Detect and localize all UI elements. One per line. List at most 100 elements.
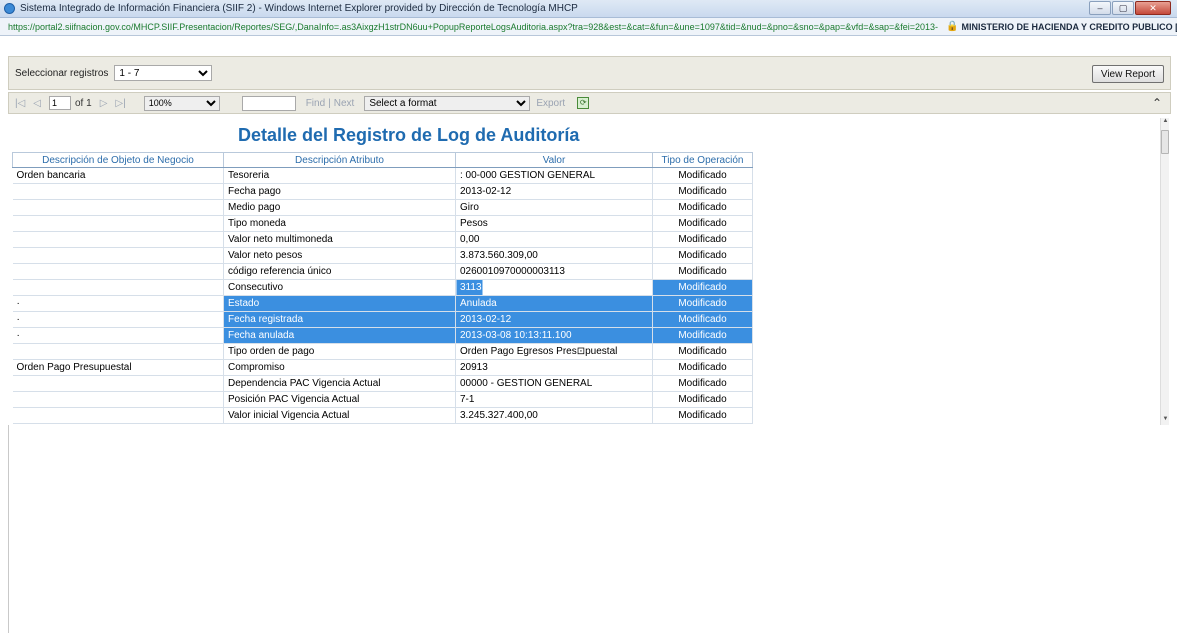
cell-value: 0260010970000003113: [455, 263, 653, 280]
cell-attribute: código referencia único: [223, 263, 456, 280]
cell-operation: Modificado: [652, 343, 753, 360]
cell-operation: Modificado: [652, 263, 753, 280]
select-records-label: Seleccionar registros: [15, 67, 109, 79]
find-input[interactable]: [241, 95, 296, 111]
cell-operation: Modificado: [652, 327, 753, 344]
cell-operation: Modificado: [652, 311, 753, 328]
table-row: Tipo moneda Pesos Modificado: [12, 215, 753, 232]
site-identity[interactable]: MINISTERIO DE HACIENDA Y CREDITO PUBLICO…: [961, 22, 1177, 32]
column-header-value: Valor: [455, 152, 653, 168]
cell-value: 2013-02-12: [455, 183, 653, 200]
cell-operation: Modificado: [652, 391, 753, 408]
cell-value: 7-1: [455, 391, 653, 408]
cell-attribute: Tesoreria: [223, 167, 456, 184]
cell-object: ·: [12, 311, 224, 328]
zoom-dropdown[interactable]: 100%: [143, 95, 220, 111]
table-row: Valor inicial Vigencia Actual 3.245.327.4…: [12, 407, 753, 424]
cell-value: 3113: [455, 279, 653, 296]
cell-object: [12, 247, 224, 264]
next-link[interactable]: Next: [334, 98, 355, 109]
cell-value: 3.873.560.309,00: [455, 247, 653, 264]
table-row: Orden Pago Presupuestal Compromiso 20913 Mo…: [12, 359, 753, 376]
collapse-parameters-icon[interactable]: ⌃: [1152, 96, 1162, 110]
close-button[interactable]: ✕: [1135, 1, 1171, 15]
cell-object: Orden bancaria: [12, 167, 224, 184]
scroll-up-icon[interactable]: ▲: [1161, 118, 1170, 127]
cell-object: [12, 231, 224, 248]
page-number-input[interactable]: [49, 96, 71, 110]
table-row: Medio pago Giro Modificado: [12, 199, 753, 216]
cell-operation: Modificado: [652, 231, 753, 248]
table-row: · Fecha anulada 2013-03-08 10:13:11.100 Mod…: [12, 327, 753, 344]
minimize-button[interactable]: –: [1089, 1, 1111, 15]
cell-operation: Modificado: [652, 183, 753, 200]
window-title: Sistema Integrado de Información Financi…: [20, 3, 578, 14]
cell-object: ·: [12, 295, 224, 312]
table-row: Orden bancaria Tesoreria: 00-000 GESTION …: [12, 167, 753, 184]
cell-object: [12, 407, 224, 424]
cell-object: [12, 215, 224, 232]
cell-attribute: Fecha anulada: [223, 327, 456, 344]
window-controls: – ▢ ✕: [1089, 1, 1171, 15]
table-row: Posición PAC Vigencia Actual 7-1 Modificad…: [12, 391, 753, 408]
cell-object: [12, 375, 224, 392]
first-page-icon[interactable]: |◁: [15, 98, 25, 109]
column-header-attribute: Descripción Atributo: [223, 152, 456, 168]
scroll-thumb[interactable]: [1161, 130, 1169, 154]
table-row: Valor neto pesos 3.873.560.309,00 Modifica…: [12, 247, 753, 264]
lock-icon[interactable]: 🔒: [946, 21, 958, 32]
cell-attribute: Compromiso: [223, 359, 456, 376]
view-report-button[interactable]: View Report: [1092, 65, 1164, 83]
cell-object: ·: [12, 327, 224, 344]
cell-attribute: Tipo moneda: [223, 215, 456, 232]
ie-icon: [4, 3, 15, 14]
refresh-icon[interactable]: ⟳: [577, 97, 590, 109]
maximize-button[interactable]: ▢: [1112, 1, 1134, 15]
cell-attribute: Valor neto pesos: [223, 247, 456, 264]
table-row: Valor neto multimoneda 0,00 Modificado: [12, 231, 753, 248]
previous-page-icon[interactable]: ◁: [33, 98, 41, 109]
table-header-row: Descripción de Objeto de Negocio Descrip…: [12, 152, 753, 168]
cell-operation: Modificado: [652, 167, 753, 184]
cell-attribute: Consecutivo: [223, 279, 456, 296]
report-content: Detalle del Registro de Log de Auditoría…: [8, 118, 1171, 425]
address-bar[interactable]: https://portal2.siifnacion.gov.co/MHCP.S…: [0, 18, 1177, 36]
cell-attribute: Tipo orden de pago: [223, 343, 456, 360]
address-url[interactable]: https://portal2.siifnacion.gov.co/MHCP.S…: [8, 22, 938, 32]
select-records-dropdown[interactable]: 1 - 7: [114, 65, 213, 81]
empty-area: [8, 425, 1171, 633]
cell-value: 0,00: [455, 231, 653, 248]
cell-object: [12, 279, 224, 296]
scroll-down-icon[interactable]: ▼: [1161, 416, 1170, 425]
last-page-icon[interactable]: ▷|: [115, 98, 125, 109]
cell-value: Pesos: [455, 215, 653, 232]
cell-object: Orden Pago Presupuestal: [12, 359, 224, 376]
find-link[interactable]: Find: [306, 98, 325, 109]
cell-operation: Modificado: [652, 247, 753, 264]
cell-object: [12, 391, 224, 408]
vertical-scrollbar[interactable]: ▲ ▼: [1160, 118, 1169, 425]
window-titlebar: Sistema Integrado de Información Financi…: [0, 0, 1177, 18]
table-row: · Estado Anulada Modificado: [12, 295, 753, 312]
cell-value: 00000 - GESTION GENERAL: [455, 375, 653, 392]
cell-operation: Modificado: [652, 215, 753, 232]
cell-value: Anulada: [455, 295, 653, 312]
export-format-dropdown[interactable]: Select a format: [364, 95, 531, 111]
column-header-operation: Tipo de Operación: [652, 152, 753, 168]
cell-object: [12, 199, 224, 216]
table-row: código referencia único 02600109700000031…: [12, 263, 753, 280]
find-separator: |: [328, 97, 331, 109]
report-title: Detalle del Registro de Log de Auditoría: [238, 125, 580, 145]
cell-operation: Modificado: [652, 407, 753, 424]
export-link[interactable]: Export: [536, 98, 565, 109]
page-count: of 1: [75, 97, 92, 109]
report-toolbar: |◁ ◁ of 1 ▷ ▷| 100% Find | Next Select a…: [8, 92, 1171, 114]
cell-value: Giro: [455, 199, 653, 216]
cell-value: : 00-000 GESTION GENERAL: [455, 167, 653, 184]
cell-value: 20913: [455, 359, 653, 376]
table-row: Tipo orden de pago Orden Pago Egresos Pre…: [12, 343, 753, 360]
column-header-object: Descripción de Objeto de Negocio: [12, 152, 224, 168]
parameters-panel: Seleccionar registros 1 - 7 View Report: [8, 56, 1171, 90]
next-page-icon[interactable]: ▷: [100, 98, 108, 109]
cell-value: 2013-02-12: [455, 311, 653, 328]
